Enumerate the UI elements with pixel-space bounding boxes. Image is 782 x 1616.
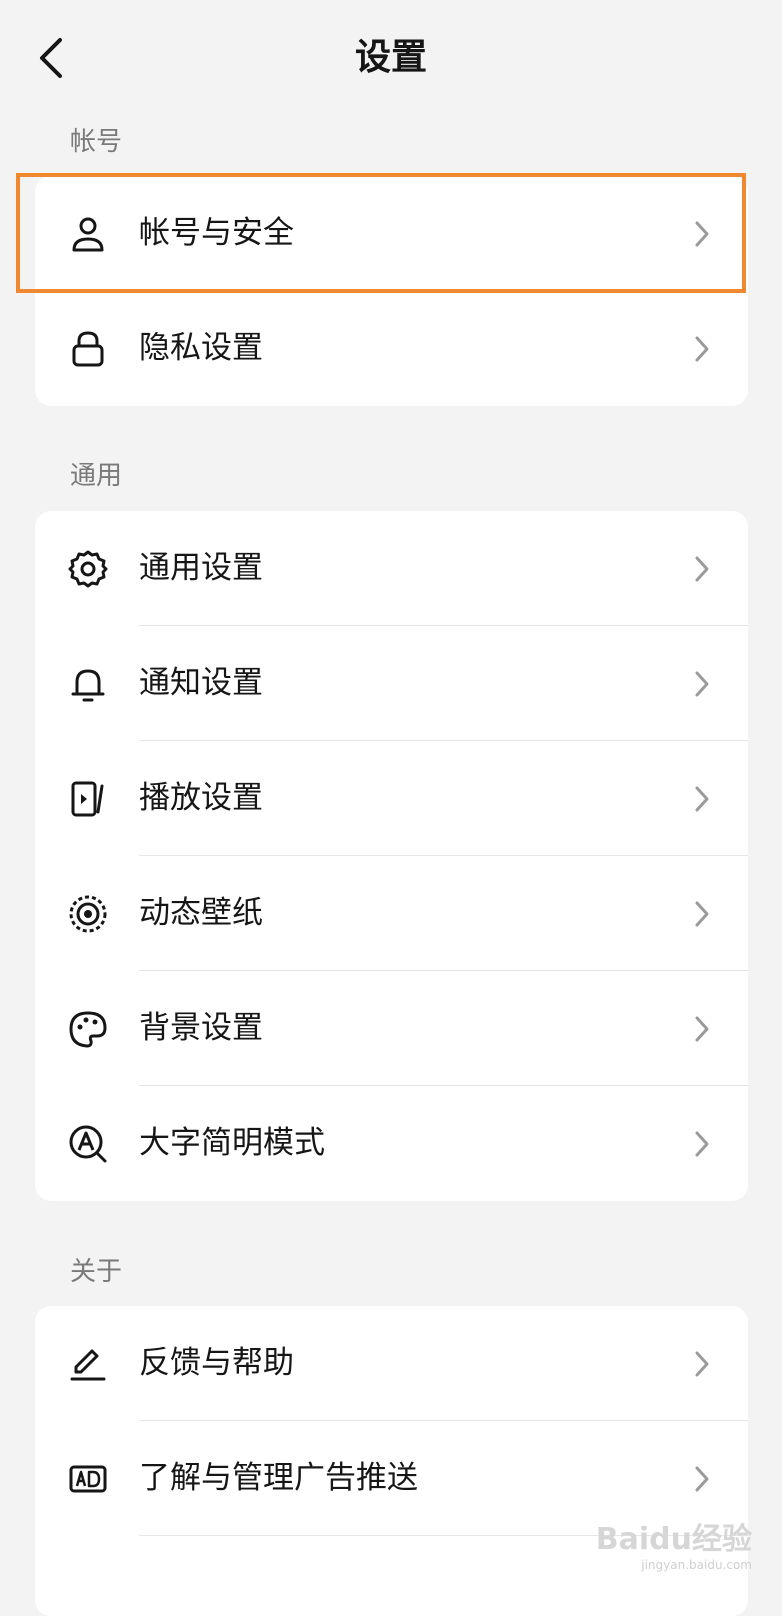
row-label: 了解与管理广告推送 — [139, 1460, 418, 1496]
row-notification-settings[interactable]: 通知设置 — [35, 626, 748, 741]
account-card: 帐号与安全 隐私设置 — [35, 176, 748, 406]
play-panel-icon — [71, 781, 104, 817]
section-label-general: 通用 — [70, 461, 123, 491]
watermark-subtext: jingyan.baidu.com — [641, 1558, 752, 1572]
chevron-right-icon — [695, 1466, 709, 1492]
chevron-right-icon — [695, 786, 709, 812]
row-feedback-help[interactable]: 反馈与帮助 — [35, 1306, 748, 1421]
chevron-right-icon — [695, 1131, 709, 1157]
row-label: 动态壁纸 — [139, 895, 263, 931]
bell-icon — [71, 669, 105, 702]
row-privacy-settings[interactable]: 隐私设置 — [35, 291, 748, 406]
row-label: 帐号与安全 — [139, 215, 294, 251]
palette-icon — [69, 1011, 107, 1048]
ad-icon — [69, 1465, 107, 1493]
row-label: 背景设置 — [139, 1010, 263, 1046]
row-general-settings[interactable]: 通用设置 — [35, 511, 748, 626]
chevron-right-icon — [695, 1351, 709, 1377]
row-label: 隐私设置 — [139, 330, 263, 366]
row-playback-settings[interactable]: 播放设置 — [35, 741, 748, 856]
section-label-about: 关于 — [70, 1257, 123, 1287]
row-live-wallpaper[interactable]: 动态壁纸 — [35, 856, 748, 971]
row-label: 播放设置 — [139, 780, 263, 816]
chevron-right-icon — [695, 221, 709, 247]
row-account-security[interactable]: 帐号与安全 — [35, 176, 748, 291]
user-icon — [72, 217, 104, 252]
row-label: 反馈与帮助 — [139, 1345, 294, 1381]
row-background-settings[interactable]: 背景设置 — [35, 971, 748, 1086]
row-label: 大字简明模式 — [139, 1125, 325, 1161]
general-card: 通用设置 通知设置 播放设置 动态壁纸 背景设置 大字简明模式 — [35, 511, 748, 1201]
chevron-right-icon — [695, 671, 709, 697]
navigation-bar: 设置 — [0, 0, 782, 120]
watermark-text: Baidu经验 — [595, 1522, 752, 1557]
chevron-right-icon — [695, 1016, 709, 1042]
row-large-font-mode[interactable]: 大字简明模式 — [35, 1086, 748, 1201]
live-wallpaper-icon — [69, 895, 107, 933]
font-zoom-icon — [69, 1125, 107, 1163]
lock-icon — [72, 331, 104, 367]
section-label-account: 帐号 — [70, 127, 123, 157]
chevron-right-icon — [695, 901, 709, 927]
chevron-right-icon — [695, 556, 709, 582]
pen-icon — [70, 1349, 106, 1381]
chevron-right-icon — [695, 336, 709, 362]
page-title: 设置 — [354, 37, 427, 78]
watermark: Baidu经验 jingyan.baidu.com — [596, 1514, 752, 1572]
row-label: 通用设置 — [139, 550, 263, 586]
row-label: 通知设置 — [139, 665, 263, 701]
gear-icon — [68, 550, 108, 588]
